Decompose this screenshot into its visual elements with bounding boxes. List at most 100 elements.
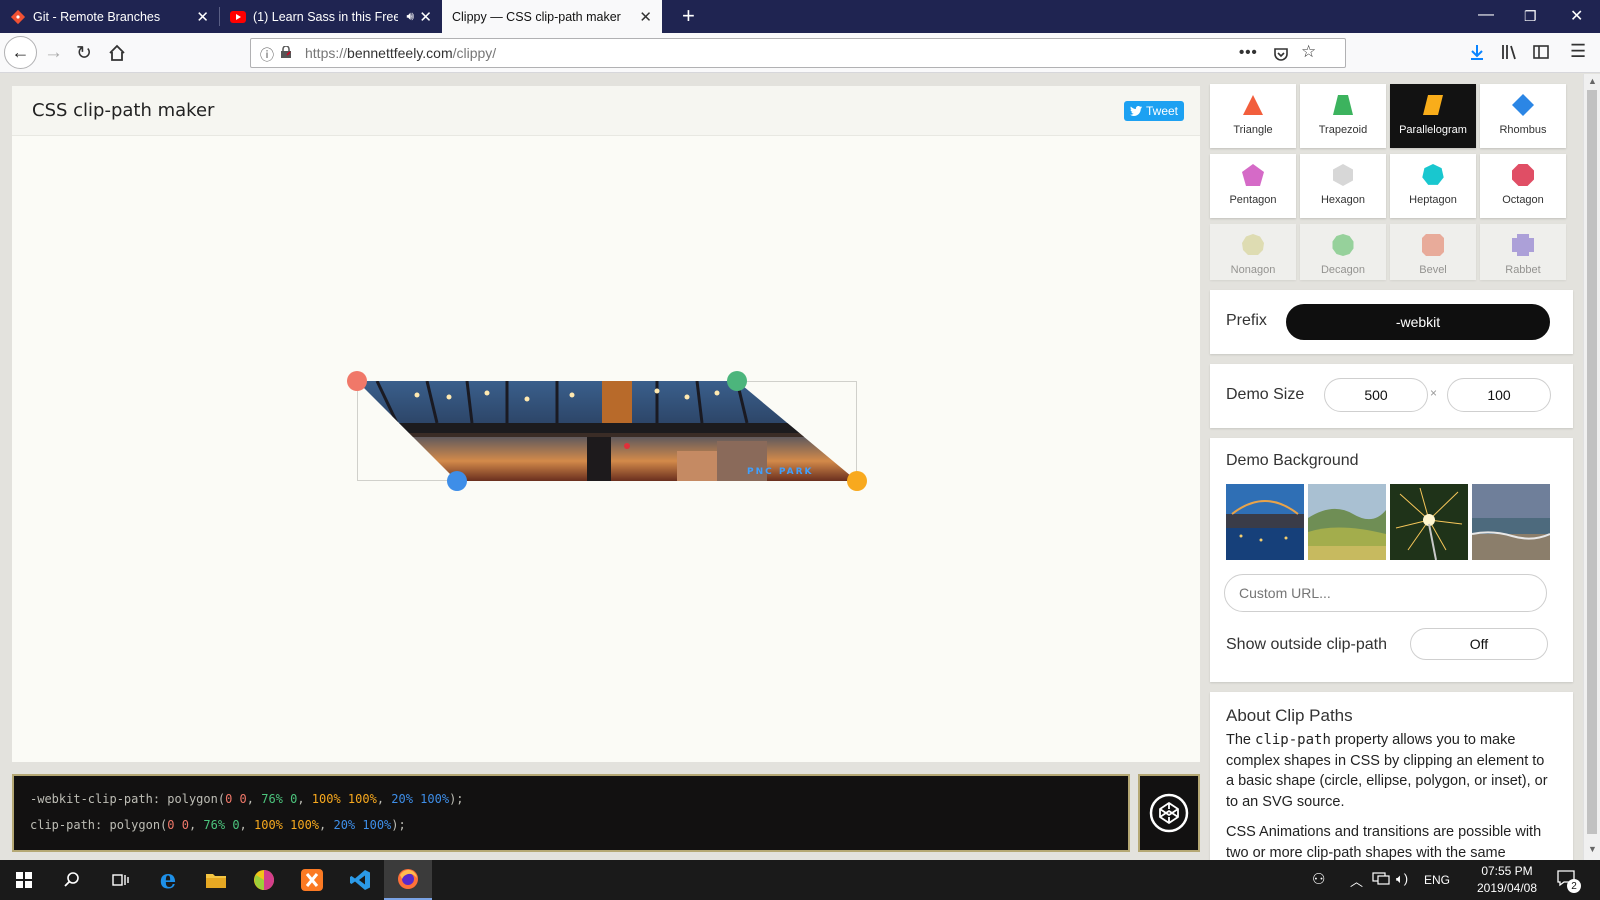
info-icon[interactable]: ⓘ (260, 45, 274, 65)
lock-icon (281, 46, 291, 58)
background-thumb-hills[interactable] (1308, 484, 1386, 560)
reload-icon[interactable]: ↻ (76, 42, 92, 65)
tab-learn-sass[interactable]: (1) Learn Sass in this Free Cr 🔊︎ ✕ (220, 0, 442, 33)
show-outside-toggle[interactable]: Off (1410, 628, 1548, 660)
close-icon[interactable]: ✕ (639, 8, 652, 26)
shape-bevel-button[interactable]: Bevel (1390, 224, 1476, 280)
shape-label: Heptagon (1409, 194, 1457, 206)
edge-icon[interactable]: e (144, 860, 192, 900)
octagon-icon (1512, 164, 1534, 186)
new-tab-icon[interactable]: + (682, 3, 695, 29)
url-bar[interactable]: ⓘ https://bennettfeely.com/clippy/ ••• ☆ (250, 38, 1346, 68)
shape-rhombus-button[interactable]: Rhombus (1480, 84, 1566, 148)
code-point: 20% 100% (333, 818, 392, 832)
about-text: The (1226, 732, 1256, 748)
navigation-toolbar: ← → ↻ ⓘ https://bennettfeely.com/clippy/… (0, 33, 1600, 73)
heptagon-icon (1422, 164, 1444, 185)
handle-bottom-right[interactable] (847, 471, 867, 491)
demo-width-input[interactable]: 500 (1324, 378, 1428, 412)
shape-heptagon-button[interactable]: Heptagon (1390, 154, 1476, 218)
shape-pentagon-button[interactable]: Pentagon (1210, 154, 1296, 218)
restore-icon[interactable]: ❐ (1524, 8, 1537, 25)
shape-rabbet-button[interactable]: Rabbet (1480, 224, 1566, 280)
shape-trapezoid-button[interactable]: Trapezoid (1300, 84, 1386, 148)
close-icon[interactable]: ✕ (419, 8, 432, 26)
shape-grid: Triangle Trapezoid Parallelogram Rhombus Pen… (1210, 84, 1573, 284)
menu-icon[interactable]: ☰ (1570, 41, 1586, 62)
home-icon[interactable] (108, 44, 126, 62)
background-thumb-bridge[interactable] (1226, 484, 1304, 560)
network-icon[interactable] (1372, 872, 1390, 886)
library-icon[interactable] (1500, 43, 1518, 61)
rabbet-icon (1512, 234, 1534, 256)
clip-path-code[interactable]: clip-path: polygon(0 0, 76% 0, 100% 100%… (30, 818, 406, 832)
scroll-thumb[interactable] (1587, 90, 1597, 834)
sidebar-icon[interactable] (1532, 43, 1550, 61)
parallelogram-icon (1423, 95, 1443, 115)
vscode-icon[interactable] (336, 860, 384, 900)
scroll-down-icon[interactable]: ▼ (1588, 844, 1597, 854)
pocket-icon[interactable] (1273, 46, 1289, 62)
shape-parallelogram-button[interactable]: Parallelogram (1390, 84, 1476, 148)
tab-git-remote-branches[interactable]: Git - Remote Branches ✕ (0, 0, 219, 33)
demo-height-input[interactable]: 100 (1447, 378, 1551, 412)
page-scrollbar[interactable]: ▲ ▼ (1583, 74, 1600, 860)
xampp-icon[interactable] (288, 860, 336, 900)
handle-bottom-left[interactable] (447, 471, 467, 491)
about-card: About Clip Paths The clip-path property … (1210, 692, 1573, 860)
code-property: -webkit-clip-path: polygon( (30, 792, 226, 806)
clock-time[interactable]: 07:55 PM (1470, 864, 1544, 878)
triangle-icon (1243, 95, 1263, 115)
webkit-clip-path-code[interactable]: -webkit-clip-path: polygon(0 0, 76% 0, 1… (30, 792, 464, 806)
download-icon[interactable] (1468, 43, 1486, 61)
firefox-icon[interactable] (384, 860, 432, 900)
code-output[interactable]: -webkit-clip-path: polygon(0 0, 76% 0, 1… (12, 774, 1130, 852)
tab-title: Git - Remote Branches (33, 9, 161, 24)
custom-url-input[interactable] (1224, 574, 1547, 612)
bookmark-star-icon[interactable]: ☆ (1301, 42, 1316, 62)
forward-icon[interactable]: → (44, 42, 63, 64)
youtube-icon (230, 10, 246, 23)
back-icon[interactable]: ← (4, 36, 37, 69)
codepen-button[interactable] (1138, 774, 1200, 852)
handle-top-left[interactable] (347, 371, 367, 391)
file-explorer-icon[interactable] (192, 860, 240, 900)
bevel-icon (1422, 234, 1444, 256)
hexagon-icon (1333, 164, 1353, 186)
shape-label: Bevel (1419, 264, 1447, 276)
tab-clippy[interactable]: Clippy — CSS clip-path maker ✕ (442, 0, 662, 33)
decagon-icon (1332, 234, 1354, 256)
speaker-icon[interactable]: 🔊︎ (406, 9, 414, 24)
editor-header: CSS clip-path maker Tweet (12, 86, 1200, 136)
shape-nonagon-button[interactable]: Nonagon (1210, 224, 1296, 280)
chevron-up-icon[interactable]: ︿ (1350, 871, 1363, 890)
scroll-up-icon[interactable]: ▲ (1588, 76, 1597, 86)
shape-label: Nonagon (1230, 264, 1276, 276)
close-icon[interactable]: ✕ (196, 8, 209, 26)
windows-start-icon[interactable] (0, 860, 48, 900)
background-thumb-seashore[interactable] (1472, 484, 1550, 560)
clock-date[interactable]: 2019/04/08 (1470, 881, 1544, 895)
url-text[interactable]: https://bennettfeely.com/clippy/ (305, 45, 496, 61)
page-actions-icon[interactable]: ••• (1239, 44, 1258, 61)
shape-hexagon-button[interactable]: Hexagon (1300, 154, 1386, 218)
rhombus-icon (1512, 94, 1534, 116)
minimize-icon[interactable]: — (1478, 6, 1494, 24)
people-icon[interactable]: ⚇ (1312, 870, 1325, 888)
tweet-button[interactable]: Tweet (1124, 101, 1184, 121)
handle-top-right[interactable] (727, 371, 747, 391)
window-close-icon[interactable]: ✕ (1570, 6, 1583, 26)
code-point: 76% 0 (203, 818, 240, 832)
background-thumb-sparkler[interactable] (1390, 484, 1468, 560)
task-view-icon[interactable] (96, 860, 144, 900)
shape-octagon-button[interactable]: Octagon (1480, 154, 1566, 218)
search-icon[interactable] (48, 860, 96, 900)
language-indicator[interactable]: ENG (1424, 873, 1450, 887)
tweet-label: Tweet (1145, 104, 1178, 118)
prefix-toggle[interactable]: -webkit (1286, 304, 1550, 340)
about-title: About Clip Paths (1226, 706, 1353, 725)
volume-icon[interactable]: 🔈︎) (1396, 871, 1408, 887)
color-app-icon[interactable] (240, 860, 288, 900)
shape-decagon-button[interactable]: Decagon (1300, 224, 1386, 280)
shape-triangle-button[interactable]: Triangle (1210, 84, 1296, 148)
